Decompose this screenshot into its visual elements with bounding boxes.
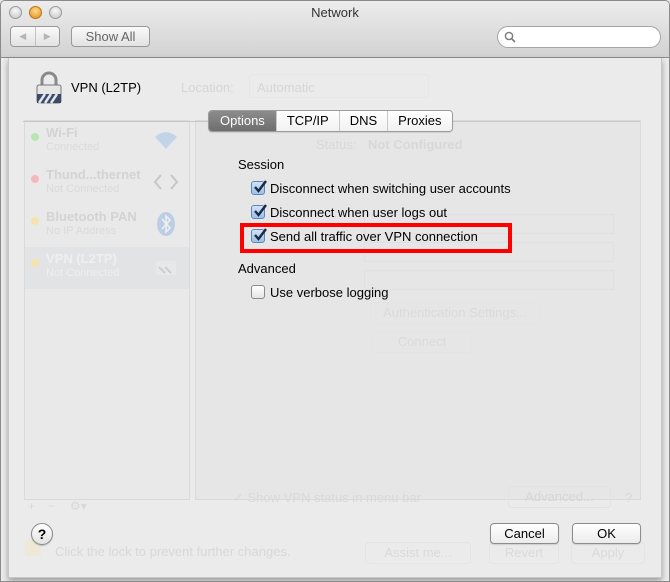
show-vpn-status-checkbox: ✓ Show VPN status in menu bar [233, 490, 421, 506]
status-dot [31, 133, 39, 141]
options-tab-bar: Options TCP/IP DNS Proxies [208, 110, 453, 132]
service-item-vpn-l2tp: VPN (L2TP) Not Connected [25, 247, 189, 289]
back-button[interactable]: ◀ [11, 27, 36, 46]
checkbox[interactable] [251, 285, 265, 299]
tab-options[interactable]: Options [209, 111, 276, 131]
ethernet-icon [153, 174, 179, 190]
cancel-button[interactable]: Cancel [490, 523, 559, 544]
checkbox[interactable] [251, 204, 267, 219]
disconnect-user-logout-checkbox[interactable]: Disconnect when user logs out [251, 203, 447, 221]
checkbox[interactable] [251, 180, 267, 195]
service-item-bluetooth-pan: Bluetooth PAN No IP Address [25, 205, 189, 247]
vpn-icon [156, 261, 176, 275]
service-status: Not Connected [46, 267, 120, 279]
service-list: Wi-Fi Connected Thund...thernet Not Conn… [24, 120, 190, 500]
service-status: Not Connected [46, 183, 120, 195]
title-bar: Network ◀ ▶ Show All [1, 1, 669, 58]
remove-service-button: − [48, 499, 56, 513]
checkmark-icon [254, 204, 267, 217]
service-name: VPN (L2TP) [46, 251, 117, 266]
service-name: Thund...thernet [46, 167, 141, 182]
status-dot [31, 217, 39, 225]
forward-button[interactable]: ▶ [36, 27, 60, 46]
add-service-button: + [28, 499, 36, 513]
account-name-field [364, 270, 614, 290]
verbose-logging-checkbox[interactable]: Use verbose logging [251, 283, 389, 301]
network-preferences-window: Network ◀ ▶ Show All VPN (L2TP) Location… [0, 0, 670, 582]
window-title: Network [311, 5, 359, 20]
show-vpn-status-label: Show VPN status in menu bar [247, 490, 421, 505]
search-field[interactable] [497, 26, 661, 48]
help-button[interactable]: ? [31, 523, 53, 545]
pane-help-button: ? [625, 490, 633, 505]
status-dot [31, 259, 39, 267]
session-heading: Session [238, 157, 285, 172]
advanced-heading: Advanced [238, 261, 296, 276]
service-name: Bluetooth PAN [46, 209, 137, 224]
authentication-settings-button: Authentication Settings... [370, 302, 540, 324]
tab-tcp-ip[interactable]: TCP/IP [275, 111, 339, 131]
service-name: Wi-Fi [46, 125, 78, 140]
service-status: No IP Address [46, 225, 117, 237]
checkmark-icon: ✓ [233, 490, 248, 505]
gear-icon: ⚙▾ [70, 499, 87, 513]
vpn-lock-icon [36, 71, 62, 104]
lock-hint-text: Click the lock to prevent further change… [55, 544, 291, 559]
show-all-button[interactable]: Show All [71, 26, 150, 47]
service-item-thunderbolt-ethernet: Thund...thernet Not Connected [25, 163, 189, 205]
disconnect-switching-user-checkbox[interactable]: Disconnect when switching user accounts [251, 179, 511, 197]
bluetooth-icon [157, 212, 175, 236]
highlight-box [240, 223, 512, 253]
checkbox-label: Disconnect when user logs out [270, 204, 448, 220]
service-item-wifi: Wi-Fi Connected [25, 121, 189, 163]
connect-button: Connect [372, 331, 472, 353]
assist-me-button: Assist me... [365, 542, 471, 564]
service-list-toolbar: + − ⚙▾ [24, 496, 190, 518]
advanced-button: Advanced... [508, 486, 611, 508]
wifi-icon [155, 132, 177, 149]
ok-button[interactable]: OK [572, 523, 641, 544]
service-title: VPN (L2TP) [71, 80, 142, 95]
apply-button: Apply [571, 542, 645, 564]
checkmark-icon [254, 180, 267, 193]
tab-dns[interactable]: DNS [338, 111, 388, 131]
service-status: Connected [46, 141, 100, 153]
search-icon [504, 31, 516, 43]
revert-button: Revert [489, 542, 559, 564]
back-forward-control: ◀ ▶ [10, 26, 60, 47]
checkbox-label: Use verbose logging [270, 284, 389, 300]
tab-proxies[interactable]: Proxies [387, 111, 452, 131]
status-dot [31, 175, 39, 183]
checkbox-label: Disconnect when switching user accounts [270, 180, 511, 196]
